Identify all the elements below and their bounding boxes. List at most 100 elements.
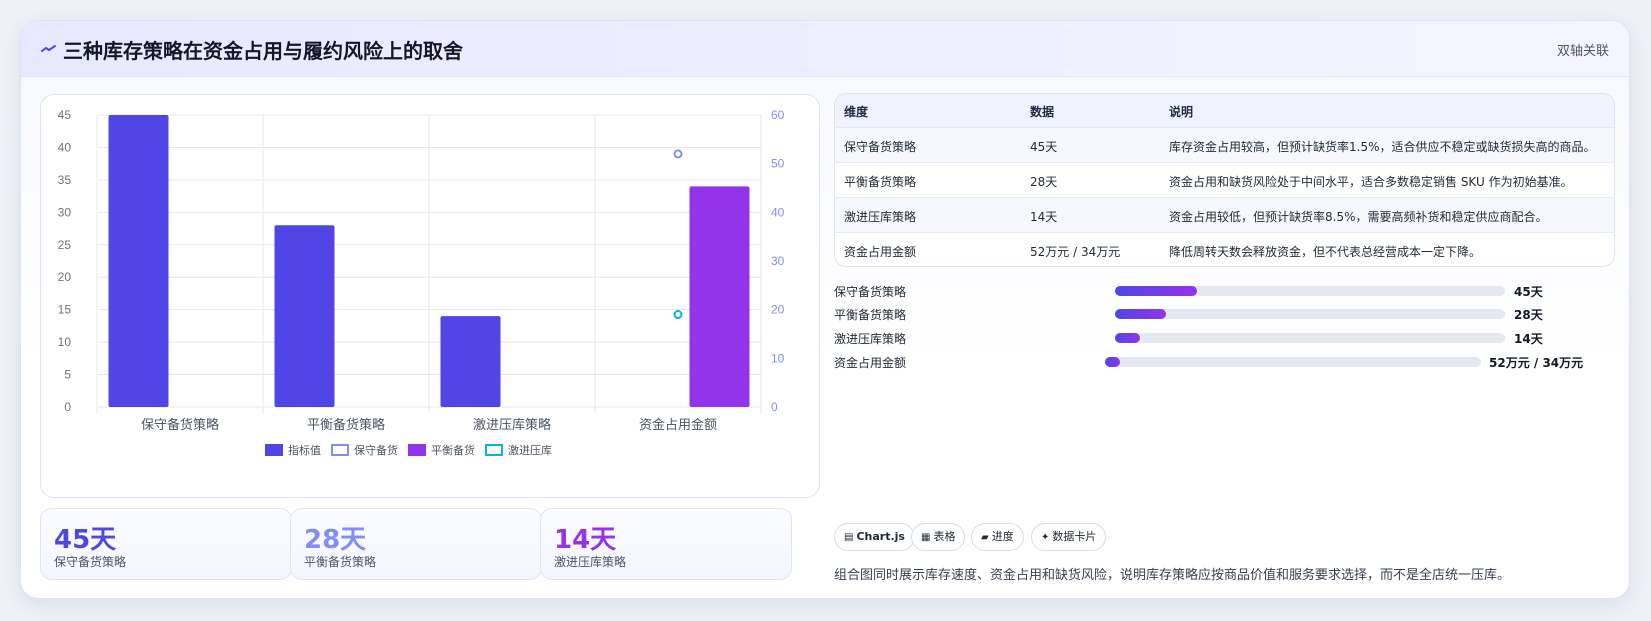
kpi-label: 激进压库策略 [554, 555, 627, 569]
progress-icon: ▰ [981, 532, 989, 543]
sparkle-icon: ✦ [1041, 532, 1050, 543]
tag-label: 数据卡片 [1052, 530, 1097, 543]
y-right-tick-label: 20 [771, 303, 785, 317]
table-row: 平衡备货策略 28天 资金占用和缺货风险处于中间水平，适合多数稳定销售 SKU … [835, 162, 1614, 197]
scatter-point [673, 310, 683, 320]
bar [274, 225, 335, 407]
table-cell: 资金占用和缺货风险处于中间水平，适合多数稳定销售 SKU 作为初始基准。 [1169, 175, 1573, 189]
chart-icon: ▤ [844, 532, 854, 543]
table-cell: 52万元 / 34万元 [1030, 245, 1121, 259]
y-left-tick-label: 20 [58, 270, 72, 284]
x-tick-label: 保守备货策略 [141, 417, 219, 433]
bar [440, 316, 501, 407]
y-right-tick-label: 60 [771, 108, 785, 122]
tag-chartjs[interactable]: ▤ Chart.js [834, 523, 915, 551]
kpi-value: 14天 [554, 525, 617, 555]
table-header-row: 维度 数据 说明 [835, 94, 1614, 127]
progress-label: 资金占用金额 [834, 356, 907, 370]
table-row: 资金占用金额 52万元 / 34万元 降低周转天数会释放资金，但不代表总经营成本… [835, 232, 1614, 266]
table-row: 激进压库策略 14天 资金占用较低，但预计缺货率8.5%，需要高频补货和稳定供应… [835, 197, 1614, 232]
progress-value: 52万元 / 34万元 [1489, 356, 1584, 370]
table-cell: 14天 [1030, 210, 1058, 224]
kpi-card-balanced: 28天 平衡备货策略 [290, 508, 542, 580]
table-cell: 激进压库策略 [844, 210, 917, 224]
table-cell: 资金占用金额 [844, 245, 917, 259]
progress-track [1115, 333, 1505, 343]
progress-row: 保守备货策略 45天 [834, 281, 1615, 301]
chart-note: 组合图同时展示库存速度、资金占用和缺货风险，说明库存策略应按商品价值和服务要求选… [834, 568, 1511, 583]
tag-table[interactable]: ▦ 表格 [911, 523, 966, 551]
legend-swatch [331, 444, 349, 456]
x-tick-label: 平衡备货策略 [307, 417, 385, 433]
y-left-tick-label: 10 [58, 335, 72, 349]
y-left-tick-label: 45 [58, 108, 72, 122]
dashboard-card: 三种库存策略在资金占用与履约风险上的取舍 双轴关联 0 5 10 15 20 25 30 35… [20, 20, 1630, 599]
tag-data-card[interactable]: ✦ 数据卡片 [1031, 523, 1107, 551]
y-right-tick-label: 40 [771, 205, 785, 219]
legend-label: 激进压库 [508, 443, 552, 457]
progress-row: 资金占用金额 52万元 / 34万元 [834, 352, 1615, 372]
table-cell: 保守备货策略 [844, 140, 917, 154]
y-left-tick-label: 35 [58, 173, 72, 187]
y-left-tick-label: 40 [58, 140, 72, 154]
table-header-cell: 维度 [844, 105, 869, 119]
scatter-point [673, 149, 683, 159]
tag-label: 表格 [933, 530, 956, 543]
chart-panel: 0 5 10 15 20 25 30 35 40 45 0 10 20 30 40 50 60 保守备货策略 平衡备… [40, 94, 820, 498]
progress-label: 激进压库策略 [834, 332, 907, 346]
kpi-value: 28天 [304, 525, 367, 555]
table-cell: 资金占用较低，但预计缺货率8.5%，需要高频补货和稳定供应商配合。 [1169, 210, 1548, 224]
data-table: 维度 数据 说明 保守备货策略 45天 库存资金占用较高，但预计缺货率1.5%，… [834, 93, 1615, 267]
progress-track [1105, 357, 1481, 367]
table-cell: 45天 [1030, 140, 1058, 154]
page-title: 三种库存策略在资金占用与履约风险上的取舍 [63, 39, 463, 63]
x-tick-label: 资金占用金额 [639, 417, 717, 433]
progress-list: 保守备货策略 45天 平衡备货策略 28天 激进压库策略 14天 资金占用金额 … [834, 281, 1615, 381]
progress-track [1115, 309, 1505, 319]
bar [689, 186, 750, 407]
y-left-tick-label: 15 [58, 303, 72, 317]
table-header-cell: 数据 [1030, 105, 1055, 119]
tag-progress[interactable]: ▰ 进度 [971, 523, 1024, 551]
progress-label: 平衡备货策略 [834, 308, 907, 322]
progress-fill [1115, 286, 1197, 296]
dual-axis-badge[interactable]: 双轴关联 [1557, 40, 1609, 59]
table-cell: 降低周转天数会释放资金，但不代表总经营成本一定下降。 [1169, 245, 1482, 259]
table-row: 保守备货策略 45天 库存资金占用较高，但预计缺货率1.5%，适合供应不稳定或缺… [835, 127, 1614, 162]
progress-row: 激进压库策略 14天 [834, 328, 1615, 348]
combo-chart: 0510152025303540450102030405060保守备货策略 平衡备… [58, 108, 785, 457]
progress-value: 28天 [1514, 308, 1543, 322]
y-right-tick-label: 30 [771, 254, 785, 268]
table-icon: ▦ [921, 532, 931, 543]
tag-label: 进度 [991, 530, 1014, 543]
pulse-icon [41, 45, 56, 52]
progress-fill [1115, 309, 1166, 319]
table-cell: 库存资金占用较高，但预计缺货率1.5%，适合供应不稳定或缺货损失高的商品。 [1169, 140, 1596, 154]
x-tick-label: 激进压库策略 [473, 417, 551, 433]
kpi-value: 45天 [54, 525, 117, 555]
table-cell: 平衡备货策略 [844, 175, 917, 189]
legend-label: 平衡备货 [431, 443, 475, 457]
progress-fill [1105, 357, 1121, 367]
progress-value: 14天 [1514, 332, 1543, 346]
y-left-tick-label: 30 [58, 205, 72, 219]
kpi-card-aggressive: 14天 激进压库策略 [540, 508, 792, 580]
card-header: 三种库存策略在资金占用与履约风险上的取舍 双轴关联 [21, 21, 1629, 77]
progress-fill [1115, 333, 1141, 343]
legend-swatch [265, 444, 283, 456]
tag-label: Chart.js [856, 530, 905, 543]
y-left-tick-label: 5 [64, 368, 71, 382]
y-left-tick-label: 0 [64, 400, 71, 414]
kpi-label: 平衡备货策略 [304, 555, 377, 569]
progress-label: 保守备货策略 [834, 285, 907, 299]
legend-swatch [408, 444, 426, 456]
y-left-tick-label: 25 [58, 238, 72, 252]
legend-label: 指标值 [288, 443, 321, 457]
bar [108, 115, 169, 407]
y-right-tick-label: 0 [771, 400, 778, 414]
legend-label: 保守备货 [354, 443, 398, 457]
table-header-cell: 说明 [1169, 105, 1194, 119]
progress-value: 45天 [1514, 285, 1543, 299]
y-right-tick-label: 10 [771, 351, 785, 365]
progress-track [1115, 286, 1505, 296]
